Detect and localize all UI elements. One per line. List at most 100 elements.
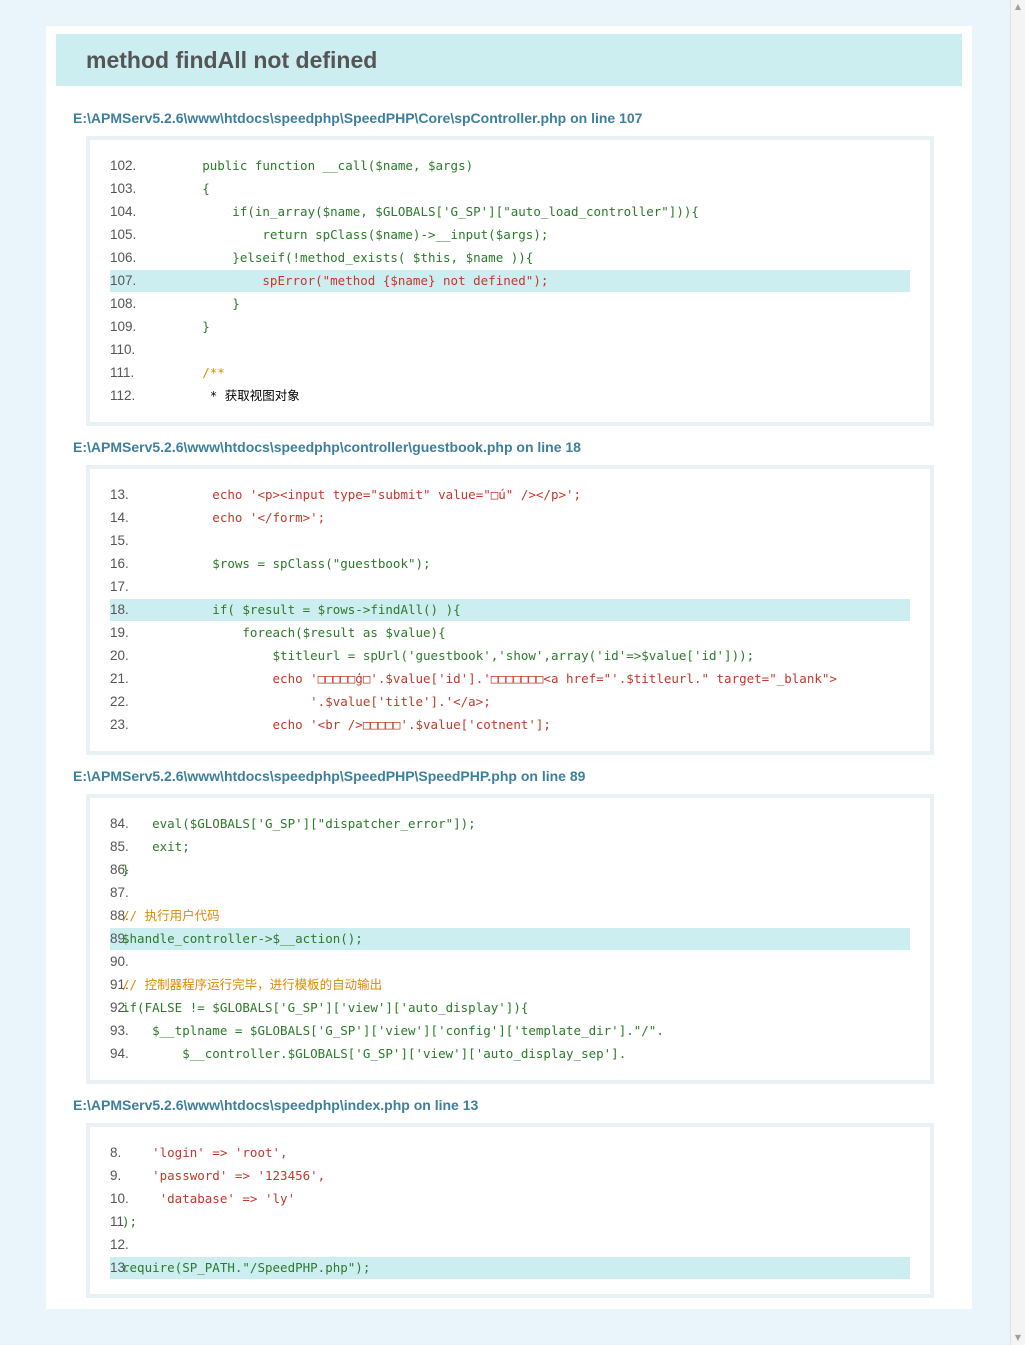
code-text: { — [142, 181, 210, 196]
code-text: echo '□□□□□ģ□'.$value['id'].'□□□□□□□<a h… — [122, 671, 837, 686]
code-text: return spClass($name)->__input($args); — [142, 227, 549, 242]
code-line: 104. if(in_array($name, $GLOBALS['G_SP']… — [110, 201, 910, 223]
highlighted-code-line: 89. $handle_controller->$__action(); — [110, 928, 910, 950]
code-line: 8. 'login' => 'root', — [110, 1142, 910, 1164]
code-text: $rows = spClass("guestbook"); — [122, 556, 431, 571]
code-line: 14. echo '</form>'; — [110, 507, 910, 529]
line-number: 111. — [110, 365, 135, 380]
code-line: 110. — [110, 339, 910, 361]
highlighted-code-line: 13. require(SP_PATH."/SpeedPHP.php"); — [110, 1257, 910, 1279]
scroll-down-arrow-icon[interactable]: ▼ — [1011, 1331, 1025, 1345]
line-number: 103. — [110, 181, 137, 196]
trace-file-heading: E:\APMServ5.2.6\www\htdocs\speedphp\Spee… — [73, 110, 643, 126]
line-number: 87. — [110, 885, 129, 900]
code-text: // 控制器程序运行完毕，进行模板的自动输出 — [122, 977, 383, 992]
highlighted-code-line: 18. if( $result = $rows->findAll() ){ — [110, 599, 910, 621]
code-line: 13. echo '<p><input type="submit" value=… — [110, 484, 910, 506]
line-number: 12. — [110, 1237, 129, 1252]
trace-file-heading: E:\APMServ5.2.6\www\htdocs\speedphp\Spee… — [73, 768, 586, 784]
code-text: }elseif(!method_exists( $this, $name )){ — [142, 250, 534, 265]
line-number: 105. — [110, 227, 137, 242]
code-line: 22. '.$value['title'].'</a>; — [110, 691, 910, 713]
code-line: 93. $__tplname = $GLOBALS['G_SP']['view'… — [110, 1020, 910, 1042]
code-snippet-box: 84. eval($GLOBALS['G_SP']["dispatcher_er… — [86, 794, 934, 1084]
code-line: 92. if(FALSE != $GLOBALS['G_SP']['view'][… — [110, 997, 910, 1019]
line-number: 106. — [110, 250, 137, 265]
code-line: 23. echo '<br />□□□□□'.$value['cotnent']… — [110, 714, 910, 736]
code-text: /** — [142, 365, 225, 380]
line-number: 112. — [110, 388, 136, 403]
code-line: 111. /** — [110, 362, 910, 384]
error-page: method findAll not defined E:\APMServ5.2… — [46, 26, 972, 1309]
code-text: echo '<p><input type="submit" value="□ú"… — [122, 487, 582, 502]
line-number: 110. — [110, 342, 136, 357]
code-line: 9. 'password' => '123456', — [110, 1165, 910, 1187]
code-line: 94. $__controller.$GLOBALS['G_SP']['view… — [110, 1043, 910, 1065]
code-text: eval($GLOBALS['G_SP']["dispatcher_error"… — [122, 816, 476, 831]
code-text: } — [142, 319, 210, 334]
code-text: echo '<br />□□□□□'.$value['cotnent']; — [122, 717, 551, 732]
code-text: if( $result = $rows->findAll() ){ — [122, 602, 461, 617]
code-line: 112. * 获取视图对象 — [110, 385, 910, 407]
line-number: 104. — [110, 204, 137, 219]
code-text: } — [122, 862, 130, 877]
highlighted-code-line: 107. spError("method {$name} not defined… — [110, 270, 910, 292]
code-text: 'password' => '123456', — [122, 1168, 326, 1183]
code-text: } — [142, 296, 240, 311]
code-text: 'database' => 'ly' — [122, 1191, 296, 1206]
code-line: 102. public function __call($name, $args… — [110, 155, 910, 177]
line-number: 15. — [110, 533, 129, 548]
code-line: 86.} — [110, 859, 910, 881]
code-line: 12. — [110, 1234, 910, 1256]
code-text: '.$value['title'].'</a>; — [122, 694, 491, 709]
code-line: 103. { — [110, 178, 910, 200]
line-number: 9. — [110, 1168, 122, 1183]
code-line: 106. }elseif(!method_exists( $this, $nam… — [110, 247, 910, 269]
code-text: if(FALSE != $GLOBALS['G_SP']['view']['au… — [122, 1000, 529, 1015]
code-text: exit; — [122, 839, 190, 854]
code-line: 85. exit; — [110, 836, 910, 858]
scroll-up-arrow-icon[interactable]: ▲ — [1011, 0, 1025, 14]
code-line: 15. — [110, 530, 910, 552]
code-text: ); — [122, 1214, 138, 1229]
trace-file-heading: E:\APMServ5.2.6\www\htdocs\speedphp\inde… — [73, 1097, 479, 1113]
code-line: 108. } — [110, 293, 910, 315]
code-line: 90. — [110, 951, 910, 973]
line-number: 109. — [110, 319, 137, 334]
code-line: 10. 'database' => 'ly' — [110, 1188, 910, 1210]
code-line: 20. $titleurl = spUrl('guestbook','show'… — [110, 645, 910, 667]
code-line: 84. eval($GLOBALS['G_SP']["dispatcher_er… — [110, 813, 910, 835]
code-text: * 获取视图对象 — [142, 388, 300, 403]
code-line: 87. — [110, 882, 910, 904]
code-line: 11.); — [110, 1211, 910, 1233]
line-number: 108. — [110, 296, 137, 311]
line-number: 17. — [110, 579, 129, 594]
code-snippet-box: 102. public function __call($name, $args… — [86, 136, 934, 426]
code-text: require(SP_PATH."/SpeedPHP.php"); — [122, 1260, 371, 1275]
line-number: 102. — [110, 158, 137, 173]
line-number: 90. — [110, 954, 129, 969]
code-line: 88.// 执行用户代码 — [110, 905, 910, 927]
code-line: 21. echo '□□□□□ģ□'.$value['id'].'□□□□□□□… — [110, 668, 910, 690]
code-text: echo '</form>'; — [122, 510, 326, 525]
code-text: 'login' => 'root', — [122, 1145, 288, 1160]
line-number: 8. — [110, 1145, 122, 1160]
code-text: $__controller.$GLOBALS['G_SP']['view']['… — [122, 1046, 627, 1061]
code-text: public function __call($name, $args) — [142, 158, 474, 173]
error-title-bar: method findAll not defined — [56, 34, 962, 86]
code-text: $__tplname = $GLOBALS['G_SP']['view']['c… — [122, 1023, 664, 1038]
code-line: 91.// 控制器程序运行完毕，进行模板的自动输出 — [110, 974, 910, 996]
code-text: $handle_controller->$__action(); — [122, 931, 363, 946]
vertical-scrollbar[interactable]: ▲ ▼ — [1010, 0, 1025, 1345]
code-line: 16. $rows = spClass("guestbook"); — [110, 553, 910, 575]
code-line: 19. foreach($result as $value){ — [110, 622, 910, 644]
code-line: 17. — [110, 576, 910, 598]
error-title: method findAll not defined — [86, 47, 378, 73]
code-text: foreach($result as $value){ — [122, 625, 446, 640]
code-text: if(in_array($name, $GLOBALS['G_SP']["aut… — [142, 204, 699, 219]
code-snippet-box: 13. echo '<p><input type="submit" value=… — [86, 465, 934, 755]
trace-file-heading: E:\APMServ5.2.6\www\htdocs\speedphp\cont… — [73, 439, 581, 455]
code-text: // 执行用户代码 — [122, 908, 220, 923]
code-text: spError("method {$name} not defined"); — [142, 273, 549, 288]
code-line: 109. } — [110, 316, 910, 338]
